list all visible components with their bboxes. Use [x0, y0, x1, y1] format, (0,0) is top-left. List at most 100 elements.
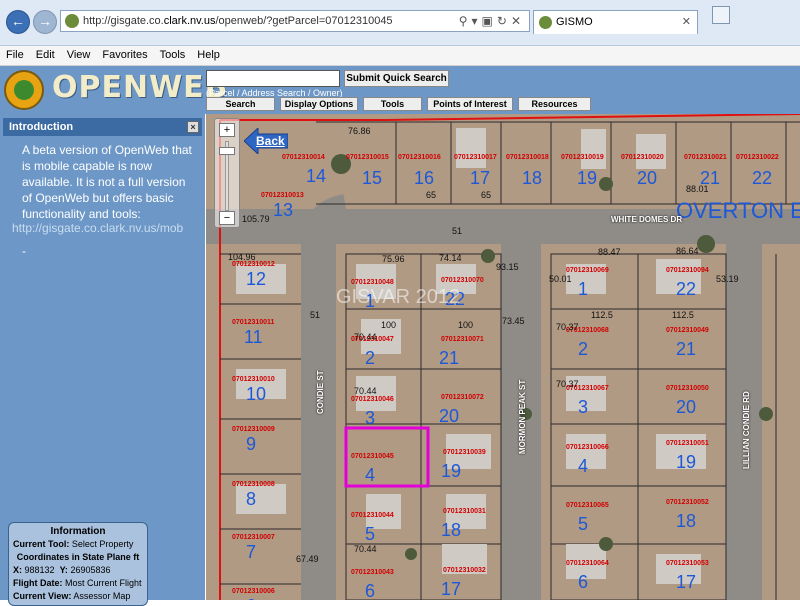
map-view[interactable]: 07012310014 14 07012310015 15 07012310016 16 0… [206, 114, 800, 600]
dimension-label: 65 [426, 190, 437, 200]
submit-quick-search-button[interactable]: Submit Quick Search [344, 70, 449, 87]
dimension-label: 76.86 [348, 126, 371, 136]
menu-edit[interactable]: Edit [30, 46, 61, 65]
parcel-id-label[interactable]: 07012310016 [398, 154, 441, 161]
lot-number-label: 17 [676, 572, 697, 592]
street-condie-st: CONDIE ST [316, 370, 325, 414]
zoom-slider-handle[interactable] [219, 147, 235, 155]
nav-points-of-interest-button[interactable]: Points of Interest [427, 97, 513, 111]
parcel-id-label[interactable]: 07012310032 [443, 567, 486, 574]
parcel-id-label[interactable]: 07012310046 [351, 396, 394, 403]
parcel-id-label[interactable]: 07012310051 [666, 440, 709, 447]
dimension-label: 93.15 [496, 262, 519, 272]
parcel-id-label[interactable]: 07012310065 [566, 502, 609, 509]
lot-number-label: 9 [246, 434, 257, 454]
lot-number-label: 17 [470, 168, 491, 188]
quick-search-input[interactable] [206, 70, 340, 87]
nav-display-options-button[interactable]: Display Options [280, 97, 358, 111]
address-bar[interactable]: http://gisgate.co.clark.nv.us/openweb/?g… [60, 10, 530, 32]
lot-number-label: 4 [365, 465, 376, 485]
nav-tools-button[interactable]: Tools [363, 97, 422, 111]
url-host: clark.nv.us [163, 15, 216, 27]
lot-number-label: 3 [365, 408, 376, 428]
dimension-label: 67.49 [296, 554, 319, 564]
parcel-id-label[interactable]: 07012310006 [232, 588, 275, 595]
parcel-id-label[interactable]: 07012310021 [684, 154, 727, 161]
parcel-id-label[interactable]: 07012310045 [351, 453, 394, 460]
parcel-id-label[interactable]: 07012310012 [232, 261, 275, 268]
forward-arrow-icon[interactable]: → [33, 10, 57, 34]
dropdown-icon[interactable]: ▾ [472, 14, 482, 28]
parcel-id-label[interactable]: 07012310066 [566, 444, 609, 451]
parcel-id-label[interactable]: 07012310010 [232, 376, 275, 383]
parcel-id-label[interactable]: 07012310020 [621, 154, 664, 161]
parcel-id-label[interactable]: 07012310064 [566, 560, 609, 567]
parcel-id-label[interactable]: 07012310014 [282, 154, 325, 161]
parcel-id-label[interactable]: 07012310043 [351, 569, 394, 576]
parcel-id-label[interactable]: 07012310052 [666, 499, 709, 506]
current-tool-label: Current Tool: [13, 539, 70, 549]
search-icon[interactable]: ⚲ [459, 14, 472, 28]
parcel-id-label[interactable]: 07012310019 [561, 154, 604, 161]
nav-search-button[interactable]: Search [206, 97, 275, 111]
back-arrow-icon[interactable]: ← [6, 10, 30, 34]
introduction-header: Introduction × [3, 118, 202, 136]
information-title: Information [50, 526, 106, 537]
browser-tab[interactable]: GISMO ✕ [533, 10, 698, 34]
dimension-label: 74.14 [439, 253, 462, 263]
flight-date-label: Flight Date: [13, 578, 63, 588]
parcel-id-label[interactable]: 07012310048 [351, 279, 394, 286]
parcel-id-label[interactable]: 07012310070 [441, 277, 484, 284]
dimension-label: 50.01 [549, 274, 572, 284]
zoom-in-icon[interactable]: + [219, 123, 235, 137]
zoom-control[interactable]: + − [214, 118, 240, 228]
parcel-id-label[interactable]: 07012310017 [454, 154, 497, 161]
parcel-id-label[interactable]: 07012310011 [232, 319, 274, 326]
parcel-id-label[interactable]: 07012310053 [666, 560, 709, 567]
parcel-id-label[interactable]: 07012310031 [443, 508, 486, 515]
lot-number-label: 2 [578, 339, 589, 359]
stop-icon[interactable]: ✕ [511, 14, 525, 28]
nav-resources-button[interactable]: Resources [518, 97, 591, 111]
menu-favorites[interactable]: Favorites [96, 46, 153, 65]
parcel-id-label[interactable]: 07012310049 [666, 327, 709, 334]
parcel-id-label[interactable]: 07012310044 [351, 512, 394, 519]
collapse-icon[interactable]: × [187, 121, 199, 133]
menu-tools[interactable]: Tools [154, 46, 192, 65]
lot-number-label: 18 [441, 520, 462, 540]
dimension-label: 70.37 [556, 322, 579, 332]
parcel-id-label[interactable]: 07012310069 [566, 267, 609, 274]
introduction-text: A beta version of OpenWeb that is mobile… [22, 143, 192, 221]
dimension-label: 105.79 [242, 214, 270, 224]
dimension-label: 73.45 [502, 316, 525, 326]
parcel-id-label[interactable]: 07012310015 [346, 154, 389, 161]
overton-label: OVERTON E [676, 198, 800, 223]
lot-number-label: 6 [365, 581, 376, 600]
parcel-id-label[interactable]: 07012310018 [506, 154, 549, 161]
parcel-id-label[interactable]: 07012310008 [232, 481, 275, 488]
mobile-link[interactable]: http://gisgate.co.clark.nv.us/mob [12, 221, 183, 235]
dimension-label: 51 [452, 226, 463, 236]
menu-file[interactable]: File [0, 46, 30, 65]
lot-number-label: 8 [246, 489, 257, 509]
parcel-id-label[interactable]: 07012310094 [666, 267, 709, 274]
parcel-id-label[interactable]: 07012310022 [736, 154, 779, 161]
new-tab-icon[interactable] [712, 6, 730, 24]
map-back-button[interactable]: Back [244, 128, 288, 154]
parcel-id-label[interactable]: 07012310050 [666, 385, 709, 392]
tab-close-icon[interactable]: ✕ [682, 11, 691, 33]
zoom-out-icon[interactable]: − [219, 211, 235, 225]
parcel-id-label[interactable]: 07012310071 [441, 336, 484, 343]
parcel-id-label[interactable]: 07012310039 [443, 449, 486, 456]
menu-help[interactable]: Help [191, 46, 226, 65]
lot-number-label: 4 [578, 456, 589, 476]
parcel-id-label[interactable]: 07012310007 [232, 534, 275, 541]
menu-view[interactable]: View [61, 46, 97, 65]
y-value: 26905836 [70, 565, 111, 575]
parcel-id-label[interactable]: 07012310009 [232, 426, 275, 433]
lot-number-label: 20 [637, 168, 658, 188]
parcel-id-label[interactable]: 07012310072 [441, 394, 484, 401]
parcel-id-label[interactable]: 07012310013 [261, 192, 304, 199]
dimension-label: 53.19 [716, 274, 739, 284]
refresh-icon[interactable]: ↻ [497, 14, 511, 28]
